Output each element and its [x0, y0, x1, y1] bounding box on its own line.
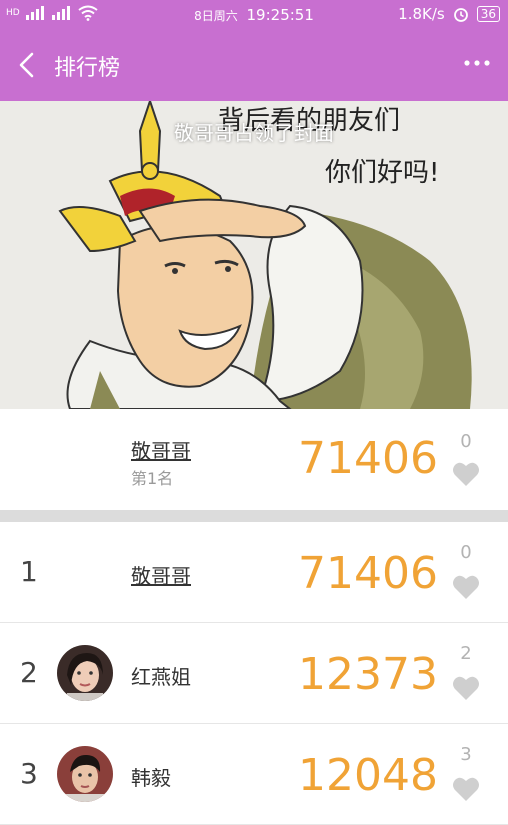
list-item[interactable]: 3 韩毅 12048 3 [0, 724, 508, 825]
leader-card[interactable]: 敬哥哥 第1名 71406 0 [0, 409, 508, 510]
avatar[interactable] [57, 645, 113, 701]
network-speed: 1.8K/s [398, 5, 445, 23]
page-title: 排行榜 [54, 56, 121, 81]
heart-icon[interactable] [452, 574, 480, 600]
cover-image: 背后看的朋友们 你们好吗! 敬哥哥占领了封面 [0, 101, 508, 409]
rank-number: 3 [20, 757, 38, 790]
status-time: 19:25:51 [246, 6, 314, 24]
battery-indicator: 36 [476, 6, 500, 22]
list-item[interactable]: 2 红燕姐 12373 2 [0, 623, 508, 724]
more-dots-icon[interactable] [462, 48, 492, 78]
leader-likes-count: 0 [460, 431, 472, 452]
app-toolbar: 排行榜 [0, 30, 508, 101]
leader-rank-label: 第1名 [131, 469, 174, 488]
player-score: 12048 [298, 750, 438, 801]
section-divider [0, 510, 508, 522]
list-item[interactable]: 1 敬哥哥 71406 0 [0, 522, 508, 623]
likes-count: 2 [460, 643, 472, 664]
player-score: 12373 [298, 649, 438, 700]
likes-count: 0 [460, 542, 472, 563]
heart-icon[interactable] [452, 675, 480, 701]
cover-art-text-2: 你们好吗! [325, 158, 439, 188]
leader-score: 71406 [298, 433, 438, 484]
status-date: 8日周六 [194, 9, 238, 23]
likes-count: 3 [460, 744, 472, 765]
status-bar: HD 8日周六 19:25:51 1.8K/s 36 [0, 0, 508, 30]
leader-name[interactable]: 敬哥哥 [131, 435, 191, 464]
cover-caption: 敬哥哥占领了封面 [174, 121, 334, 145]
heart-icon[interactable] [452, 776, 480, 802]
player-name[interactable]: 韩毅 [131, 762, 171, 791]
alarm-icon [453, 8, 468, 22]
rank-number: 2 [20, 656, 38, 689]
player-score: 71406 [298, 548, 438, 599]
chevron-left-icon[interactable] [14, 50, 42, 80]
avatar[interactable] [57, 746, 113, 802]
player-name[interactable]: 敬哥哥 [131, 560, 191, 589]
status-right: 1.8K/s 36 [398, 5, 500, 23]
rank-number: 1 [20, 555, 38, 588]
heart-icon[interactable] [452, 461, 480, 487]
player-name[interactable]: 红燕姐 [131, 661, 191, 690]
cover-illustration: 背后看的朋友们 你们好吗! [0, 101, 508, 409]
